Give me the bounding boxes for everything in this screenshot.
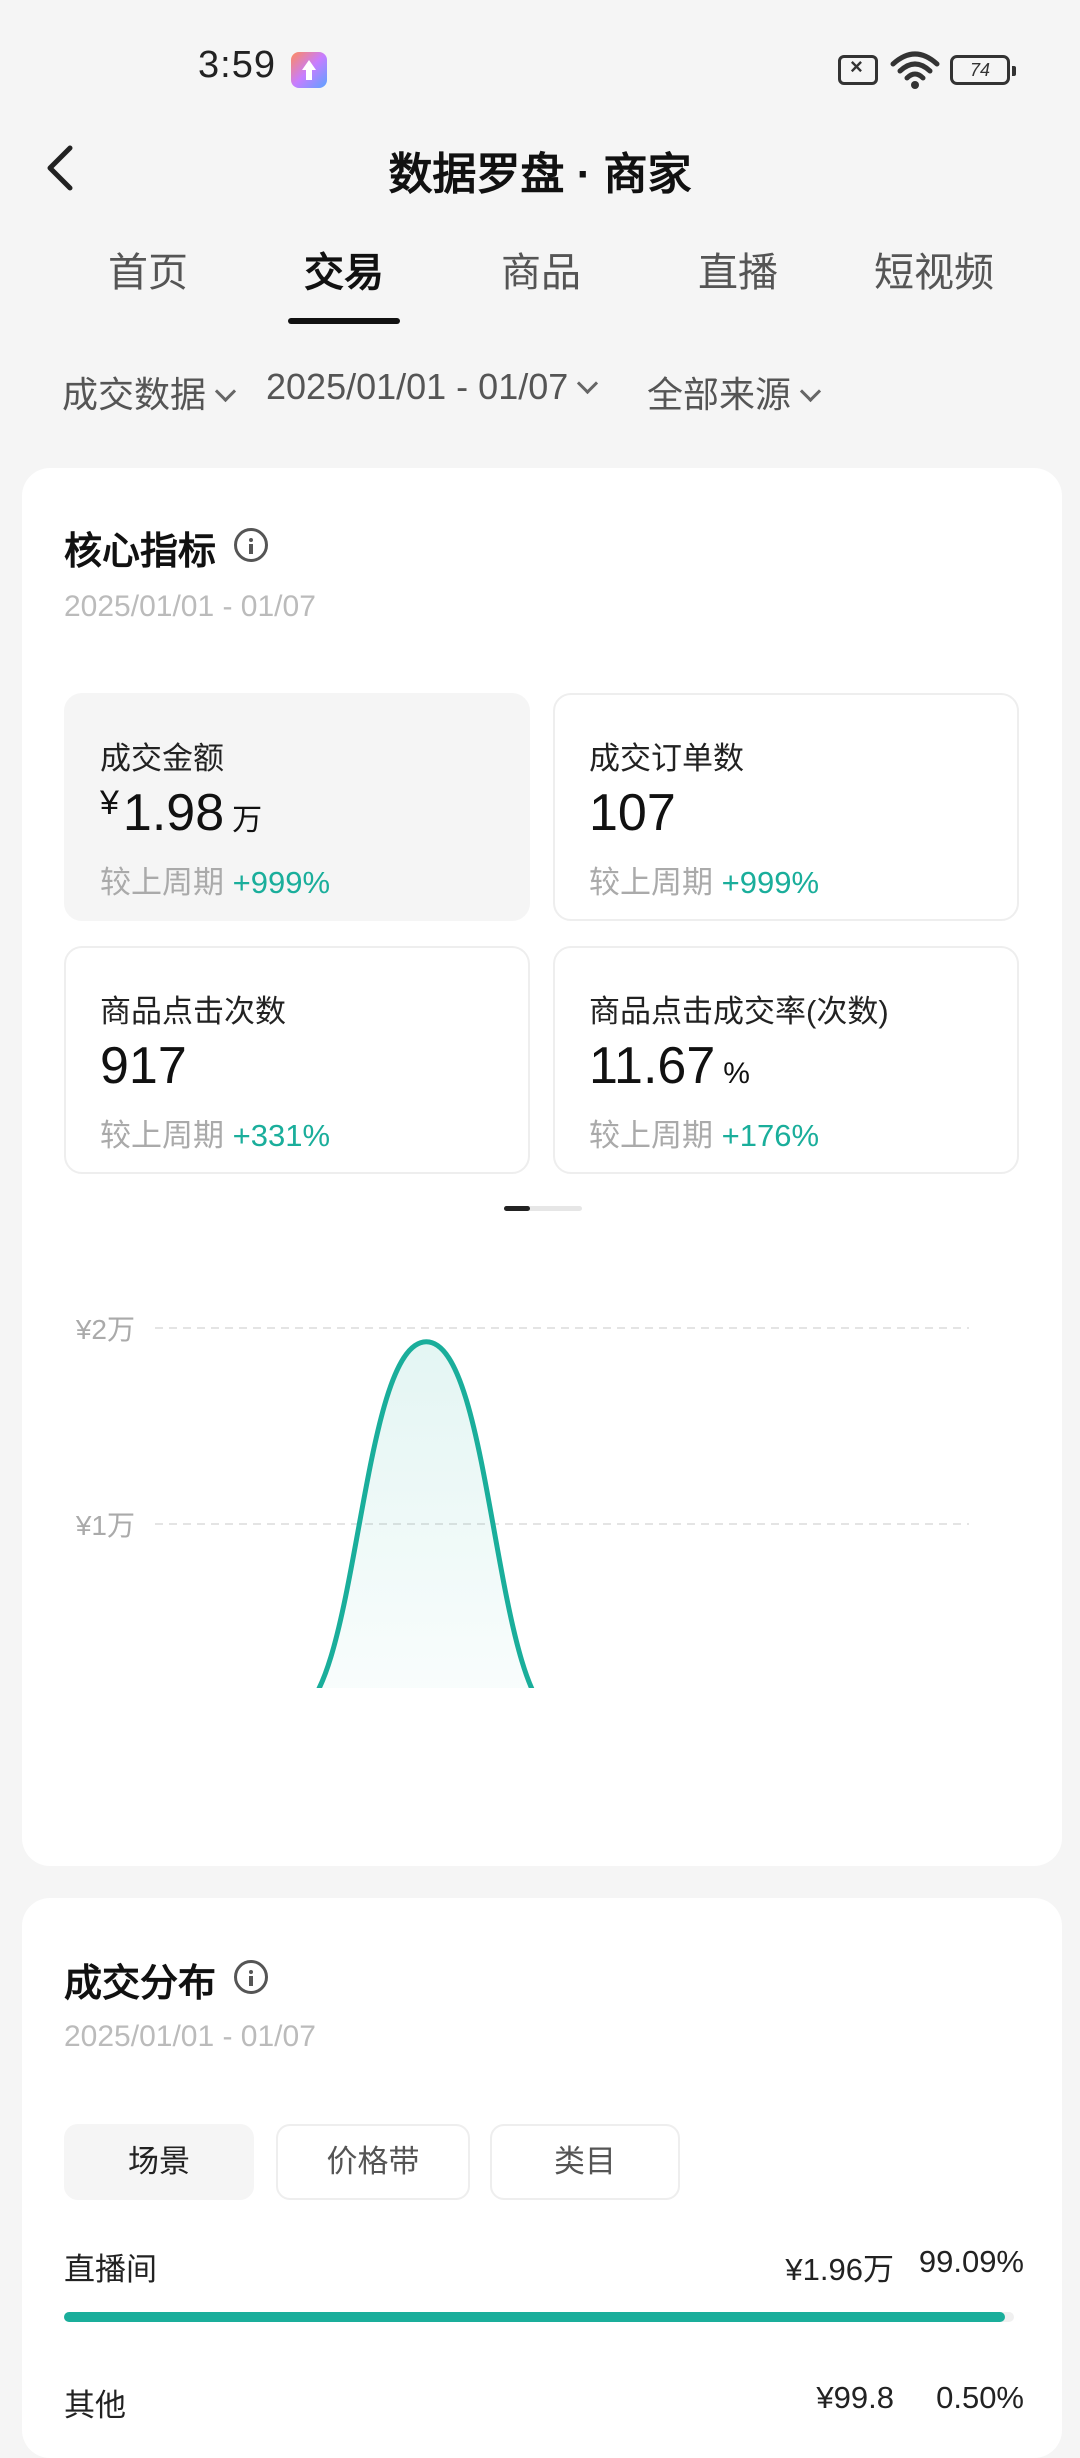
date-range-label: 2025/01/01 - 01/07	[266, 366, 569, 407]
metric-label: 商品点击次数	[100, 994, 286, 1029]
metric-conversion-rate[interactable]: 商品点击成交率(次数) 11.67% 较上周期 +176%	[553, 946, 1019, 1174]
chevron-down-icon	[799, 380, 822, 403]
distribution-row: 其他 ¥99.8 0.50%	[64, 2380, 1024, 2423]
wifi-icon	[890, 51, 940, 89]
metric-value: 917	[100, 1037, 187, 1095]
y-tick-label: ¥1万	[75, 1510, 135, 1541]
metric-compare: 较上周期 +999%	[589, 865, 820, 900]
tab-bar: 首页 交易 商品 直播 短视频	[0, 240, 1080, 324]
metric-label: 成交订单数	[589, 741, 744, 776]
segment-scene[interactable]: 场景	[64, 2124, 254, 2200]
distribution-row: 直播间 ¥1.96万 99.09%	[64, 2244, 1024, 2287]
metric-label: 商品点击成交率(次数)	[589, 994, 889, 1029]
app-notification-icon	[291, 52, 327, 88]
distribution-row-name: 其他	[64, 2388, 126, 2423]
distribution-date: 2025/01/01 - 01/07	[64, 2020, 316, 2053]
metric-compare: 较上周期 +999%	[100, 865, 331, 900]
no-sim-icon: ×	[838, 54, 878, 85]
metric-compare: 较上周期 +331%	[100, 1118, 331, 1153]
core-metrics-title: 核心指标	[64, 531, 217, 573]
source-dropdown[interactable]: 全部来源	[647, 366, 822, 418]
source-label: 全部来源	[647, 374, 792, 415]
page-title: 数据罗盘 · 商家	[388, 150, 692, 199]
core-metrics-date: 2025/01/01 - 01/07	[64, 590, 316, 623]
chevron-down-icon	[214, 380, 237, 403]
metric-value: 11.67%	[589, 1037, 750, 1095]
chevron-down-icon	[577, 372, 599, 395]
distribution-row-percent: 99.09%	[918, 2244, 1024, 2279]
segment-price-band[interactable]: 价格带	[276, 2124, 470, 2200]
distribution-card: 成交分布 2025/01/01 - 01/07 场景 价格带 类目 直播间 ¥1…	[22, 1898, 1062, 2458]
gmv-trend-chart: ¥0¥1万¥2万01/0101/0201/0301/0401/0501/0601…	[75, 1314, 969, 1688]
tab-live[interactable]: 直播	[640, 240, 836, 320]
distribution-title: 成交分布	[64, 1963, 217, 2005]
tab-short-video[interactable]: 短视频	[836, 240, 1032, 320]
distribution-bar	[64, 2312, 1014, 2322]
metric-value: 107	[589, 784, 676, 842]
series-area	[319, 1341, 532, 1688]
series-line	[316, 1339, 535, 1688]
metric-orders[interactable]: 成交订单数 107 较上周期 +999%	[553, 693, 1019, 921]
tab-transaction[interactable]: 交易	[246, 240, 442, 324]
segment-category[interactable]: 类目	[490, 2124, 680, 2200]
tab-home[interactable]: 首页	[50, 240, 246, 320]
battery-icon: 74	[950, 55, 1016, 85]
status-time: 3:59	[198, 44, 276, 86]
segment-control: 场景 价格带 类目	[64, 2124, 764, 2200]
page-indicator	[504, 1206, 582, 1211]
info-icon[interactable]	[234, 1960, 268, 1994]
data-type-dropdown[interactable]: 成交数据	[62, 366, 237, 418]
distribution-row-percent: 0.50%	[936, 2380, 1024, 2415]
metric-label: 成交金额	[100, 741, 224, 776]
tab-products[interactable]: 商品	[443, 240, 639, 320]
metric-compare: 较上周期 +176%	[589, 1118, 820, 1153]
metric-gmv[interactable]: 成交金额 ¥1.98 万 较上周期 +999%	[64, 693, 530, 921]
metric-clicks[interactable]: 商品点击次数 917 较上周期 +331%	[64, 946, 530, 1174]
info-icon[interactable]	[234, 528, 268, 562]
distribution-row-amount: ¥1.96万	[785, 2252, 894, 2287]
core-metrics-card: 核心指标 2025/01/01 - 01/07 成交金额 ¥1.98 万 较上周期…	[22, 468, 1062, 1866]
distribution-row-name: 直播间	[64, 2252, 157, 2287]
distribution-bar-fill	[64, 2312, 1006, 2322]
distribution-row-amount: ¥99.8	[816, 2380, 894, 2415]
data-type-label: 成交数据	[62, 374, 207, 415]
status-bar: 3:59 × 74	[0, 0, 1080, 140]
page-indicator-active	[504, 1206, 530, 1211]
y-tick-label: ¥2万	[75, 1314, 135, 1345]
date-range-dropdown[interactable]: 2025/01/01 - 01/07	[266, 366, 599, 408]
metric-value: ¥1.98 万	[100, 784, 263, 842]
